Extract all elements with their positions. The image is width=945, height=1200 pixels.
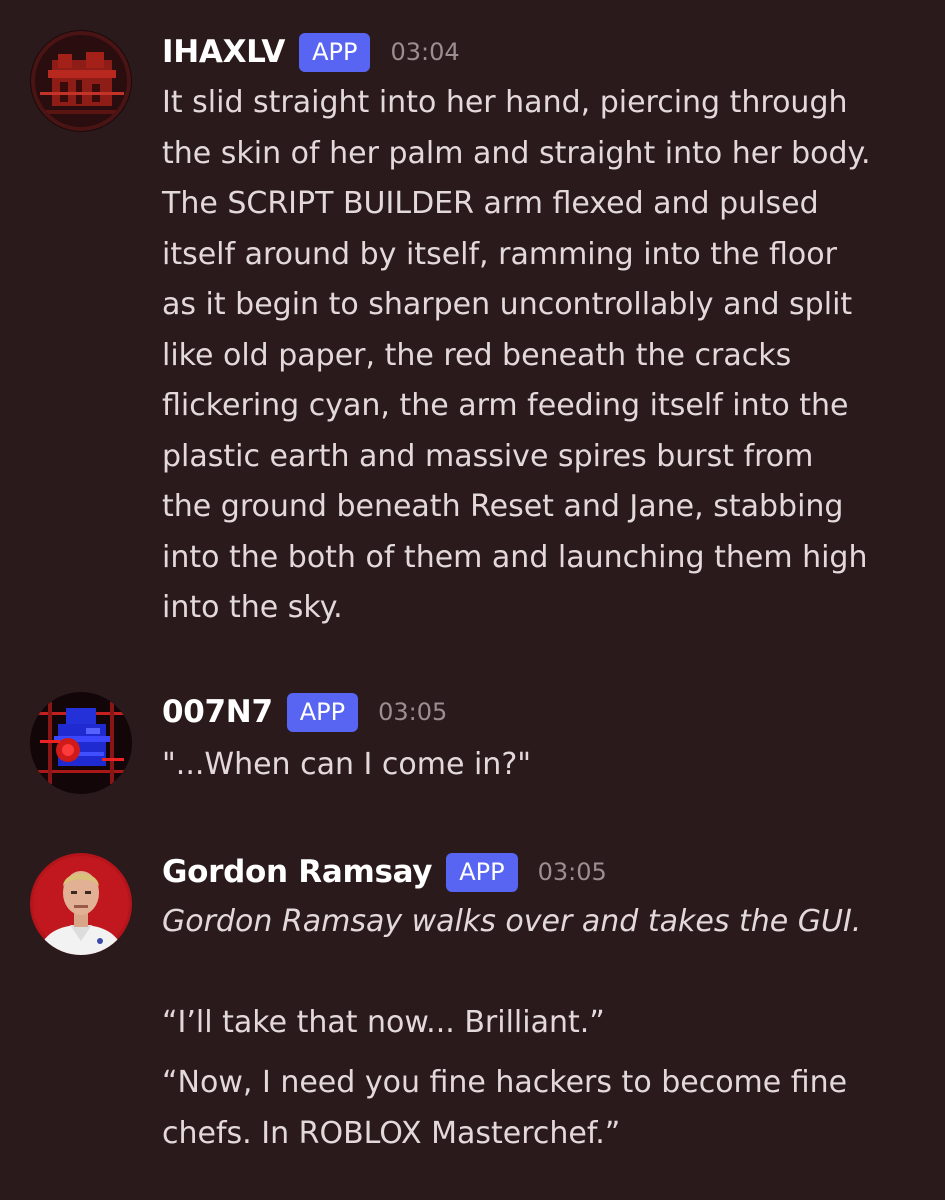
app-badge: APP [299, 32, 371, 72]
message-line: as it begin to sharpen uncontrollably an… [162, 287, 853, 322]
blue-glitch-avatar-icon [30, 692, 132, 794]
message-line: plastic earth and massive spires burst f… [162, 438, 814, 474]
message-line: It slid straight into her hand, piercing… [162, 85, 848, 120]
message-line-italic: Gordon Ramsay walks over and takes the G… [162, 904, 862, 939]
message-line: like old paper, the red beneath the crac… [162, 337, 792, 373]
chef-portrait-avatar-icon [30, 853, 132, 955]
message-line: flickering cyan, the arm feeding itself … [162, 388, 849, 423]
avatar-ihaxlv[interactable] [30, 30, 132, 132]
message-line: into the both of them and launching them… [162, 539, 868, 575]
message-line: chefs. In ROBLOX Masterchef.” [162, 1115, 621, 1151]
timestamp[interactable]: 03:05 [538, 858, 607, 886]
message-line: “Now, I need you fine hackers to become … [162, 1065, 848, 1100]
avatar-007n7[interactable] [30, 692, 132, 794]
username[interactable]: Gordon Ramsay [162, 854, 433, 890]
username[interactable]: IHAXLV [162, 34, 285, 70]
avatar-gordon-ramsay[interactable] [30, 853, 132, 955]
message-line: “I’ll take that now... Brilliant.” [162, 1005, 605, 1040]
app-badge: APP [286, 692, 359, 732]
message-header: Gordon Ramsay APP 03:05 [162, 850, 607, 894]
message-line: The SCRIPT BUILDER arm flexed and pulsed [162, 186, 819, 221]
timestamp[interactable]: 03:05 [378, 698, 447, 726]
message-content: It slid straight into her hand, piercing… [162, 78, 932, 634]
message-header: IHAXLV APP 03:04 [162, 30, 460, 74]
message-content: Gordon Ramsay walks over and takes the G… [162, 897, 932, 948]
message-header: 007N7 APP 03:05 [162, 690, 447, 734]
app-badge: APP [446, 852, 518, 892]
message-content: “Now, I need you fine hackers to become … [162, 1058, 932, 1159]
message-line: into the sky. [162, 590, 343, 625]
message-line: the ground beneath Reset and Jane, stabb… [162, 489, 844, 524]
message-line: the skin of her palm and straight into h… [162, 135, 871, 171]
message-line: "...When can I come in?" [162, 747, 532, 782]
red-glitch-avatar-icon [30, 30, 132, 132]
username[interactable]: 007N7 [162, 694, 273, 730]
message-content: "...When can I come in?" [162, 740, 932, 791]
timestamp[interactable]: 03:04 [390, 38, 459, 66]
message-line: itself around by itself, ramming into th… [162, 236, 837, 272]
message-content: “I’ll take that now... Brilliant.” [162, 998, 932, 1049]
